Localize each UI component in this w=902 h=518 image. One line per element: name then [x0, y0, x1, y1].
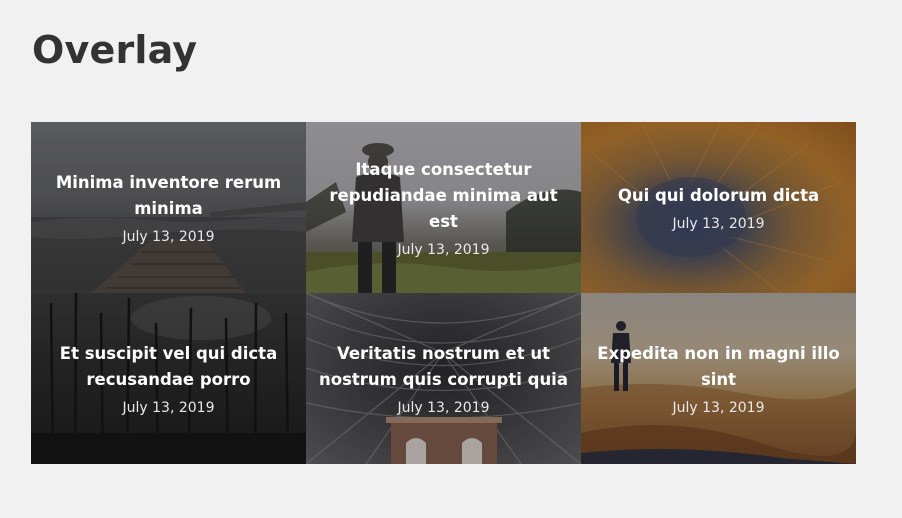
post-title[interactable]: Qui qui dolorum dicta [618, 183, 819, 209]
post-title[interactable]: Expedita non in magni illo sint [593, 341, 844, 393]
post-date: July 13, 2019 [397, 399, 490, 416]
post-card[interactable]: Qui qui dolorum dicta July 13, 2019 [581, 122, 856, 293]
post-card[interactable]: Minima inventore rerum minima July 13, 2… [31, 122, 306, 293]
post-title[interactable]: Et suscipit vel qui dicta recusandae por… [43, 341, 294, 393]
page-title: Overlay [32, 28, 198, 72]
post-card[interactable]: Et suscipit vel qui dicta recusandae por… [31, 293, 306, 464]
post-date: July 13, 2019 [672, 399, 765, 416]
post-title[interactable]: Itaque consectetur repudiandae minima au… [318, 157, 569, 235]
post-date: July 13, 2019 [122, 399, 215, 416]
post-card[interactable]: Veritatis nostrum et ut nostrum quis cor… [306, 293, 581, 464]
post-title[interactable]: Minima inventore rerum minima [43, 170, 294, 222]
post-card[interactable]: Itaque consectetur repudiandae minima au… [306, 122, 581, 293]
post-date: July 13, 2019 [397, 241, 490, 258]
post-date: July 13, 2019 [672, 215, 765, 232]
post-title[interactable]: Veritatis nostrum et ut nostrum quis cor… [318, 341, 569, 393]
post-grid: Minima inventore rerum minima July 13, 2… [31, 122, 856, 464]
post-card[interactable]: Expedita non in magni illo sint July 13,… [581, 293, 856, 464]
post-date: July 13, 2019 [122, 228, 215, 245]
